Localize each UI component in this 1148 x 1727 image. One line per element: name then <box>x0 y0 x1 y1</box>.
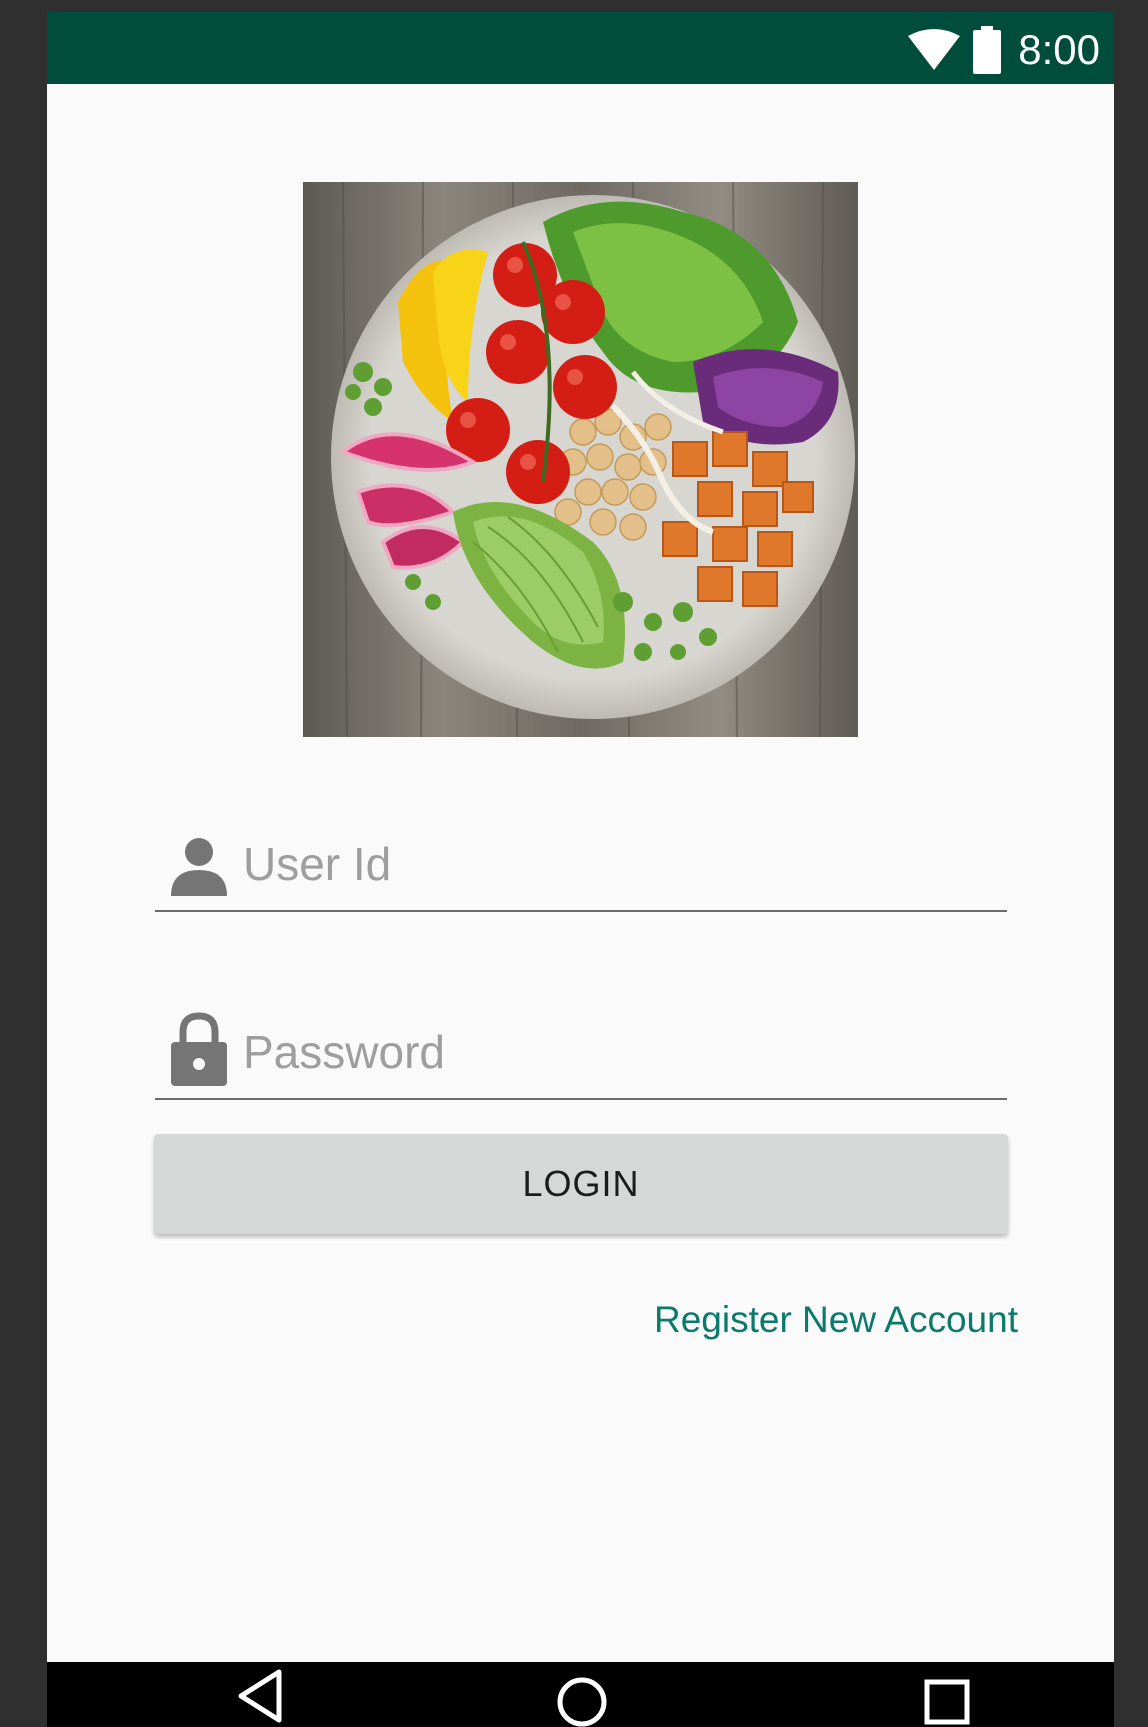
wifi-icon <box>908 29 961 70</box>
recents-icon <box>924 1679 970 1725</box>
user-id-input[interactable] <box>243 832 983 896</box>
salad-bowl-image <box>303 182 858 737</box>
status-bar: 8:00 <box>47 12 1114 84</box>
login-button[interactable]: LOGIN <box>154 1134 1008 1234</box>
nav-home-button[interactable] <box>502 1662 662 1727</box>
device-frame: 8:00 User Id LOGIN Register New Account <box>0 0 1148 1727</box>
navigation-bar <box>47 1662 1114 1727</box>
app-screen: 8:00 User Id LOGIN Register New Account <box>47 12 1114 1727</box>
nav-recents-button[interactable] <box>867 1662 1027 1727</box>
home-icon <box>557 1677 607 1727</box>
battery-icon <box>973 26 1002 74</box>
back-icon <box>238 1669 282 1723</box>
password-field <box>155 1008 1007 1100</box>
lock-icon <box>171 1012 227 1086</box>
user-id-field <box>155 820 1007 912</box>
person-icon <box>171 838 227 896</box>
status-clock: 8:00 <box>1018 26 1100 73</box>
register-new-account-link[interactable]: Register New Account <box>654 1299 1018 1341</box>
password-input[interactable] <box>243 1020 983 1084</box>
status-icons: 8:00 <box>906 22 1100 78</box>
nav-back-button[interactable] <box>179 1662 339 1727</box>
